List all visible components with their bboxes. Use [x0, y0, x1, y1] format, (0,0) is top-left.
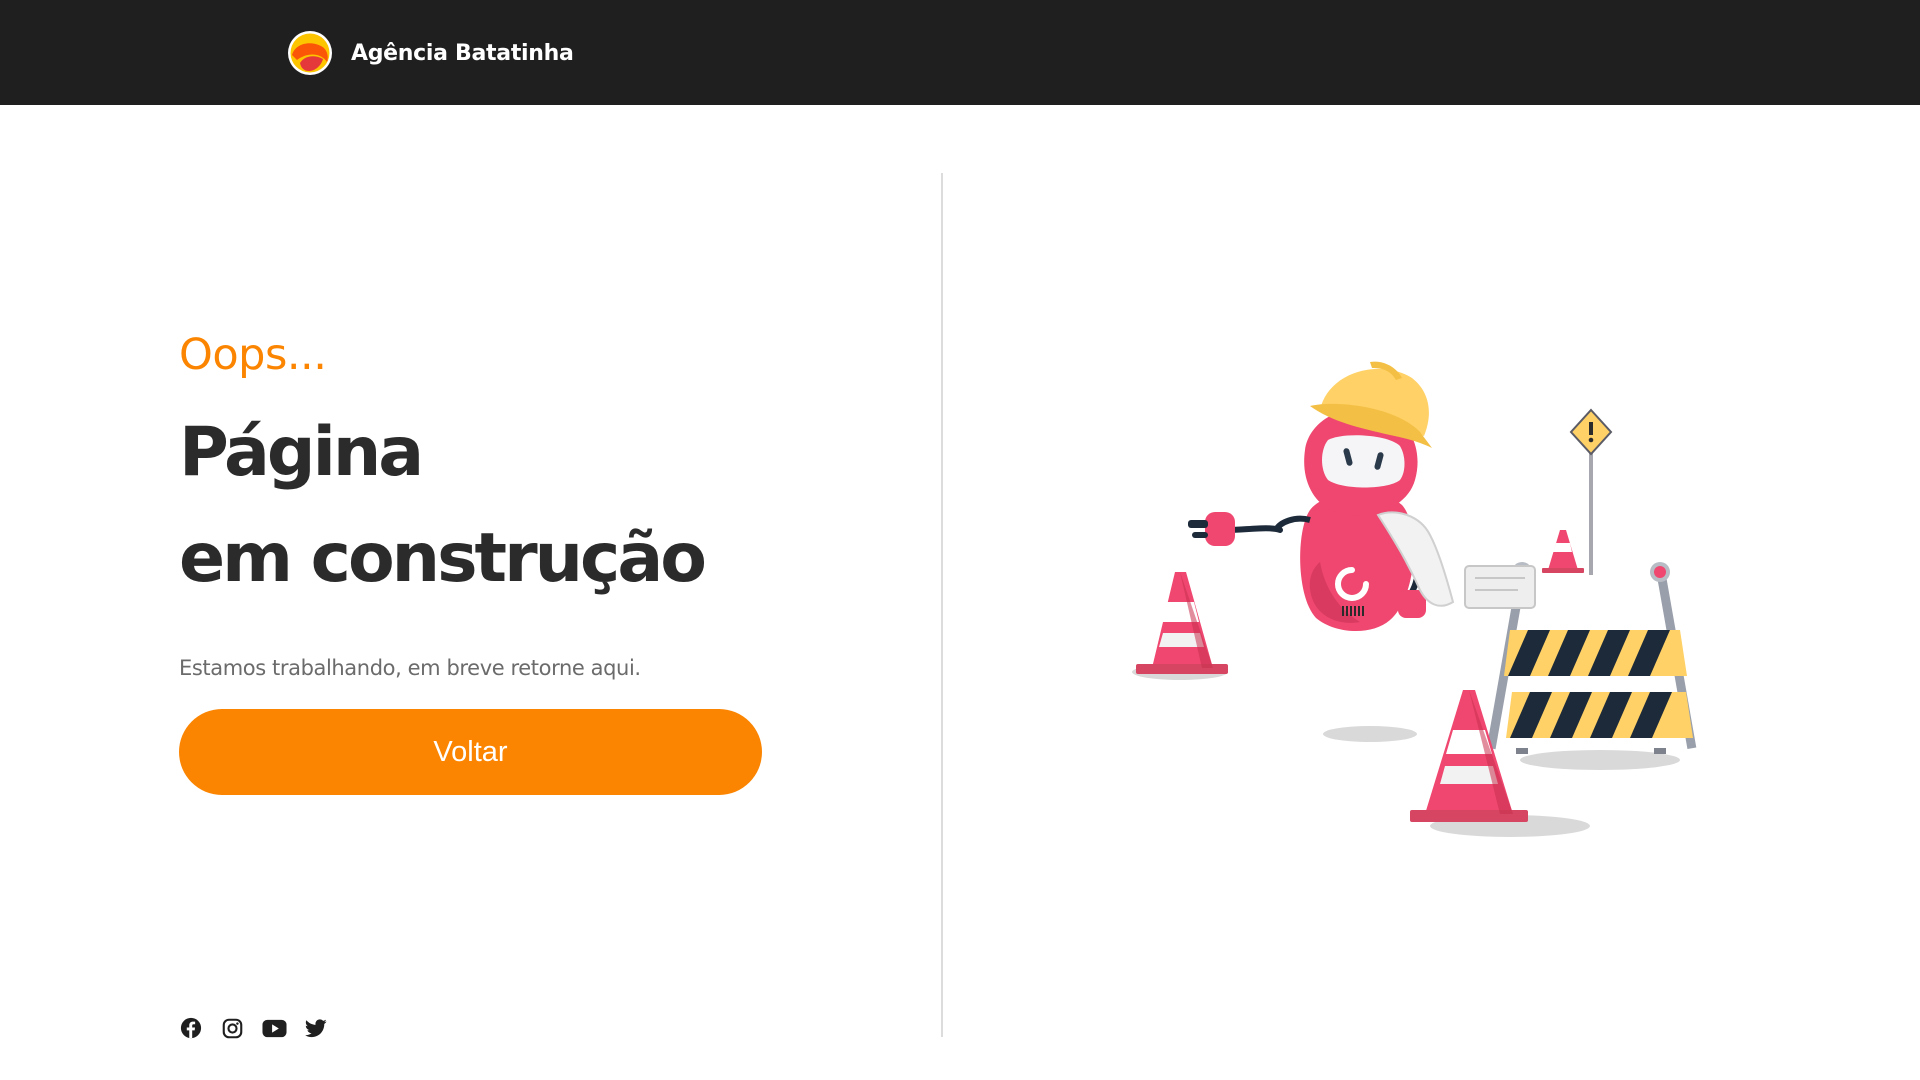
youtube-link[interactable]: [261, 1016, 287, 1040]
page-title: Página em construção: [179, 400, 707, 612]
page-subtitle: Estamos trabalhando, em breve retorne aq…: [179, 656, 641, 680]
facebook-icon: [180, 1017, 202, 1039]
instagram-icon: [222, 1018, 242, 1038]
page-title-line-1: Página: [179, 413, 424, 492]
instagram-link[interactable]: [220, 1016, 244, 1040]
eyebrow-text: Oops...: [179, 330, 327, 380]
twitter-link[interactable]: [304, 1016, 328, 1040]
page-title-line-2: em construção: [179, 519, 707, 598]
under-construction-robot-illustration: [1132, 361, 1697, 837]
vertical-divider: [941, 173, 943, 1037]
content-column: Oops... Página em construção Estamos tra…: [179, 0, 879, 1080]
back-button[interactable]: Voltar: [179, 709, 762, 795]
youtube-icon: [261, 1019, 287, 1037]
facebook-link[interactable]: [179, 1016, 203, 1040]
twitter-icon: [305, 1018, 327, 1037]
illustration-container: [1120, 340, 1720, 860]
social-links: [179, 1016, 328, 1040]
